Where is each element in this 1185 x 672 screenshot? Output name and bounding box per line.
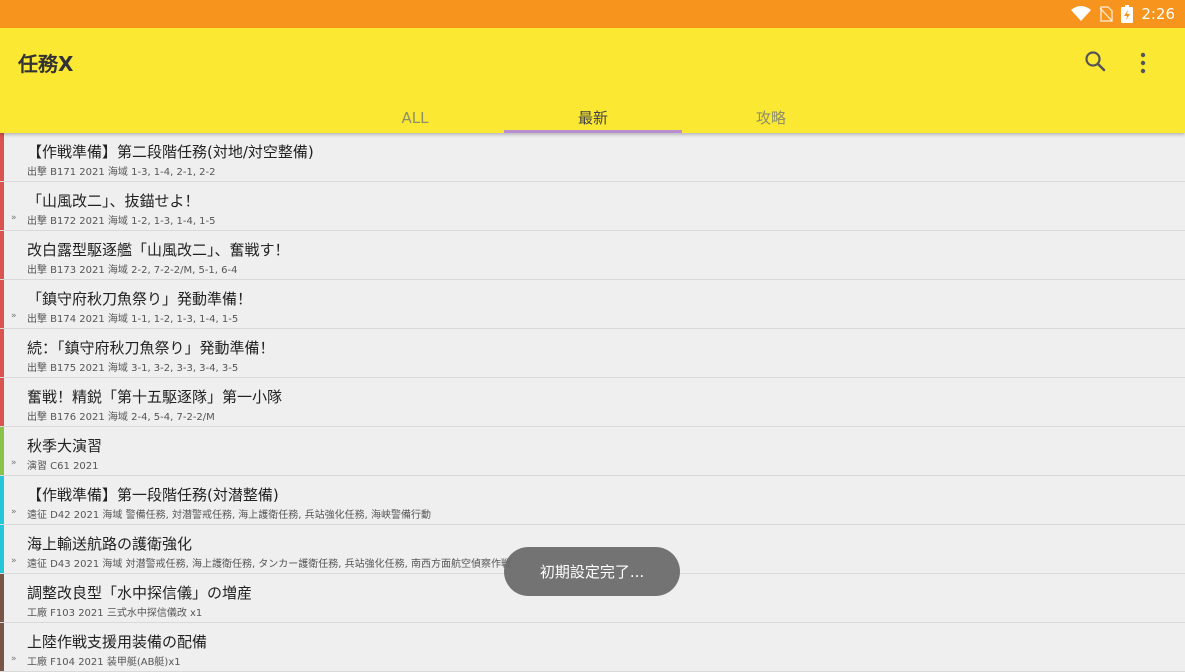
quest-row[interactable]: » 上陸作戦支援用装備の配備工廠 F104 2021 装甲艇(AB艇)x1: [0, 623, 1185, 672]
category-stripe: [0, 378, 4, 426]
category-stripe: [0, 623, 4, 671]
chevron-icon: »: [11, 507, 17, 517]
status-time: 2:26: [1141, 5, 1175, 23]
quest-row[interactable]: 続：「鎮守府秋刀魚祭り」発動準備！ 出撃 B175 2021 海域 3-1, 3-…: [0, 329, 1185, 378]
quest-subtitle: 出撃 B175 2021 海域 3-1, 3-2, 3-3, 3-4, 3-5: [27, 363, 239, 374]
chevron-icon: »: [11, 458, 17, 468]
battery-charging-icon: [1121, 5, 1134, 23]
quest-subtitle: 演習 C61 2021: [27, 461, 99, 472]
quest-title: 調整改良型「水中探信儀」の増産: [27, 584, 253, 602]
more-options-button[interactable]: [1130, 48, 1156, 76]
tab-latest[interactable]: 最新: [504, 102, 682, 133]
quest-subtitle: 工廠 F104 2021 装甲艇(AB艇)x1: [27, 657, 181, 668]
toast-message: 初期設定完了...: [504, 547, 680, 596]
category-stripe: [0, 280, 4, 328]
quest-row[interactable]: » 「山風改二」、抜錨せよ！ 出撃 B172 2021 海域 1-2, 1-3, 1…: [0, 182, 1185, 231]
more-vert-icon: [1140, 52, 1146, 74]
quest-title: 上陸作戦支援用装備の配備: [27, 633, 208, 651]
quest-row[interactable]: 【作戦準備】第二段階任務(対地/対空整備) 出撃 B171 2021 海域 1-3…: [0, 133, 1185, 182]
app-title: 任務X: [18, 52, 74, 76]
quest-subtitle: 出撃 B171 2021 海域 1-3, 1-4, 2-1, 2-2: [27, 167, 216, 178]
status-bar: 2:26: [0, 0, 1185, 28]
quest-title: 【作戦準備】第二段階任務(対地/対空整備): [27, 143, 314, 161]
tab-all[interactable]: ALL: [326, 102, 504, 133]
app-bar: 任務X ALL 最新 攻略: [0, 28, 1185, 133]
quest-title: 「山風改二」、抜錨せよ！: [27, 192, 200, 210]
quest-subtitle: 遠征 D43 2021 海域 対潜警戒任務, 海上護衛任務, タンカー護衛任務,…: [27, 559, 512, 570]
category-stripe: [0, 231, 4, 279]
category-stripe: [0, 182, 4, 230]
search-button[interactable]: [1082, 48, 1110, 76]
quest-row[interactable]: » 【作戦準備】第一段階任務(対潜整備) 遠征 D42 2021 海域 警備任務, …: [0, 476, 1185, 525]
quest-row[interactable]: » 秋季大演習演習 C61 2021: [0, 427, 1185, 476]
wifi-icon: [1071, 6, 1092, 21]
category-stripe: [0, 427, 4, 475]
chevron-icon: »: [11, 654, 17, 664]
quest-title: 海上輸送航路の護衛強化: [27, 535, 193, 553]
quest-subtitle: 工廠 F103 2021 三式水中探信儀改 x1: [27, 608, 203, 619]
quest-row[interactable]: 改白露型駆逐艦「山風改二」、奮戦す！ 出撃 B173 2021 海域 2-2, 7…: [0, 231, 1185, 280]
quest-subtitle: 出撃 B173 2021 海域 2-2, 7-2-2/M, 5-1, 6-4: [27, 265, 238, 276]
quest-title: 「鎮守府秋刀魚祭り」発動準備！: [27, 290, 253, 308]
quest-subtitle: 遠征 D42 2021 海域 警備任務, 対潜警戒任務, 海上護衛任務, 兵站強…: [27, 510, 432, 521]
chevron-icon: »: [11, 556, 17, 566]
tab-bar: ALL 最新 攻略: [326, 102, 860, 133]
quest-title: 続：「鎮守府秋刀魚祭り」発動準備！: [27, 339, 275, 357]
category-stripe: [0, 476, 4, 524]
quest-row[interactable]: » 「鎮守府秋刀魚祭り」発動準備！ 出撃 B174 2021 海域 1-1, 1-2…: [0, 280, 1185, 329]
quest-subtitle: 出撃 B174 2021 海域 1-1, 1-2, 1-3, 1-4, 1-5: [27, 314, 239, 325]
tab-strategy[interactable]: 攻略: [682, 102, 860, 133]
quest-subtitle: 出撃 B172 2021 海域 1-2, 1-3, 1-4, 1-5: [27, 216, 216, 227]
quest-title: 秋季大演習: [27, 437, 103, 455]
category-stripe: [0, 133, 4, 181]
category-stripe: [0, 525, 4, 573]
chevron-icon: »: [11, 213, 17, 223]
quest-title: 改白露型駆逐艦「山風改二」、奮戦す！: [27, 241, 290, 259]
no-sim-icon: [1099, 6, 1114, 22]
search-icon: [1085, 51, 1106, 72]
chevron-icon: »: [11, 311, 17, 321]
status-icons: 2:26: [1071, 0, 1175, 28]
quest-row[interactable]: 奮戦！精鋭「第十五駆逐隊」第一小隊出撃 B176 2021 海域 2-4, 5-…: [0, 378, 1185, 427]
category-stripe: [0, 329, 4, 377]
category-stripe: [0, 574, 4, 622]
quest-subtitle: 出撃 B176 2021 海域 2-4, 5-4, 7-2-2/M: [27, 412, 215, 423]
quest-title: 奮戦！精鋭「第十五駆逐隊」第一小隊: [27, 388, 283, 406]
quest-title: 【作戦準備】第一段階任務(対潜整備): [27, 486, 279, 504]
